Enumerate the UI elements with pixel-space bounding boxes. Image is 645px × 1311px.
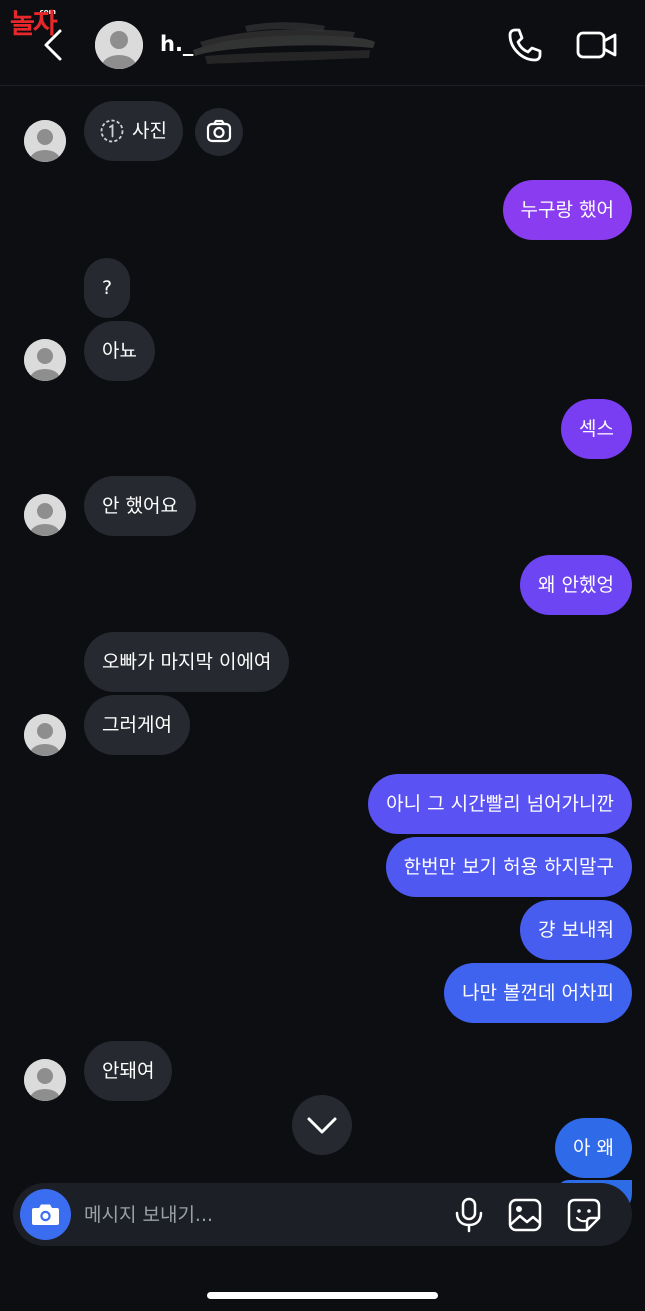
incoming-message[interactable]: ? <box>84 258 131 318</box>
sender-avatar[interactable] <box>24 339 66 381</box>
outgoing-message[interactable]: 아 왜 <box>555 1118 632 1178</box>
voice-message-button[interactable] <box>451 1196 487 1234</box>
phone-icon <box>508 28 542 62</box>
gallery-button[interactable] <box>506 1196 544 1234</box>
contact-avatar[interactable] <box>95 21 143 69</box>
incoming-message[interactable]: 안 했어요 <box>84 476 196 536</box>
composer-camera-button[interactable] <box>20 1189 71 1240</box>
home-indicator[interactable] <box>207 1292 438 1299</box>
microphone-icon <box>455 1197 483 1233</box>
incoming-message[interactable]: 아뇨 <box>84 321 155 381</box>
video-call-button[interactable] <box>574 24 620 66</box>
incoming-message[interactable]: 그러게여 <box>84 695 190 755</box>
outgoing-message[interactable]: 섹스 <box>561 399 632 459</box>
outgoing-message[interactable]: 누구랑 했어 <box>502 180 632 240</box>
back-arrow-icon <box>44 29 62 61</box>
outgoing-message[interactable]: 왜 안헸엉 <box>520 555 632 615</box>
avatar-placeholder-icon <box>24 1059 66 1101</box>
outgoing-message[interactable]: 한번만 보기 허용 하지말구 <box>385 837 632 897</box>
message-composer <box>13 1183 632 1246</box>
avatar-placeholder-icon <box>24 714 66 756</box>
camera-icon <box>206 119 232 143</box>
avatar-placeholder-icon <box>24 494 66 536</box>
chat-header: h._ <box>0 0 645 86</box>
redaction-scribble <box>193 22 375 64</box>
outgoing-message[interactable]: 걍 보내줘 <box>520 900 632 960</box>
view-once-photo-message[interactable]: 사진 <box>84 101 183 161</box>
avatar-placeholder-icon <box>95 21 143 69</box>
sticker-button[interactable] <box>565 1196 603 1234</box>
photo-label: 사진 <box>132 120 167 142</box>
sticker-icon <box>567 1198 601 1232</box>
avatar-placeholder-icon <box>24 120 66 162</box>
message-input[interactable] <box>84 1183 414 1246</box>
chevron-down-icon <box>307 1117 337 1134</box>
sender-avatar[interactable] <box>24 714 66 756</box>
sender-avatar[interactable] <box>24 1059 66 1101</box>
incoming-message[interactable]: 안돼여 <box>84 1041 173 1101</box>
video-camera-icon <box>576 31 617 59</box>
sender-avatar[interactable] <box>24 494 66 536</box>
outgoing-message[interactable]: 나만 볼껀데 어차피 <box>444 963 632 1023</box>
circled-1-icon <box>100 119 124 143</box>
incoming-message[interactable]: 오빠가 마지막 이에여 <box>84 632 290 692</box>
back-button[interactable] <box>36 25 72 65</box>
voice-call-button[interactable] <box>504 24 546 66</box>
sender-avatar[interactable] <box>24 120 66 162</box>
scroll-to-bottom-button[interactable] <box>292 1095 352 1155</box>
avatar-placeholder-icon <box>24 339 66 381</box>
image-icon <box>508 1198 542 1232</box>
outgoing-message[interactable]: 아니 그 시간빨리 넘어가니깐 <box>368 774 632 834</box>
camera-icon <box>32 1204 59 1225</box>
reply-camera-button[interactable] <box>195 108 243 156</box>
